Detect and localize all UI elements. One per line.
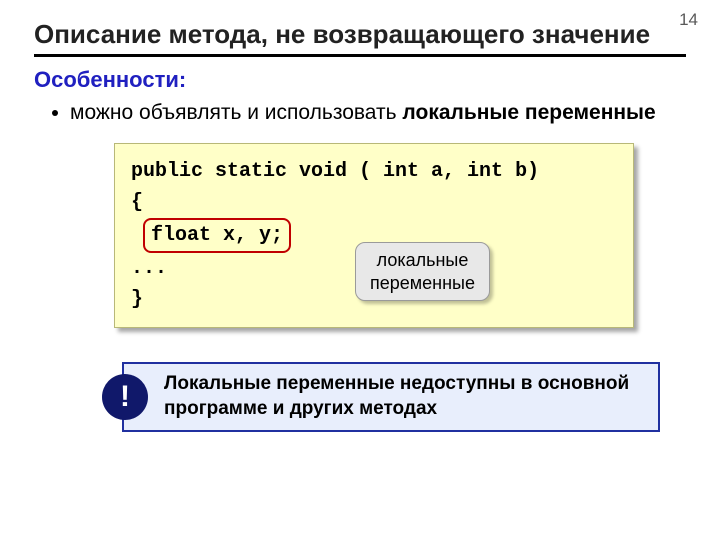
bullet-prefix: можно объявлять и использовать (70, 101, 402, 124)
bullet-item: можно объявлять и использовать локальные… (52, 99, 686, 127)
page-number: 14 (679, 10, 698, 30)
callout-label: локальные переменные (355, 242, 490, 301)
code-line-1: public static void ( int a, int b) (131, 156, 617, 187)
slide-title: Описание метода, не возвращающего значен… (34, 18, 686, 57)
bullet-dot-icon (52, 110, 58, 116)
bullet-text: можно объявлять и использовать локальные… (70, 99, 656, 127)
note: ! Локальные переменные недоступны в осно… (122, 362, 660, 431)
bullet-bold: локальные переменные (402, 101, 655, 124)
exclamation-icon: ! (102, 374, 148, 420)
local-var-declaration: float x, y; (143, 218, 291, 253)
code-line-2: { (131, 187, 617, 218)
note-text: Локальные переменные недоступны в основн… (122, 362, 660, 431)
code-block: public static void ( int a, int b) { flo… (114, 143, 634, 328)
subtitle: Особенности: (34, 67, 686, 93)
